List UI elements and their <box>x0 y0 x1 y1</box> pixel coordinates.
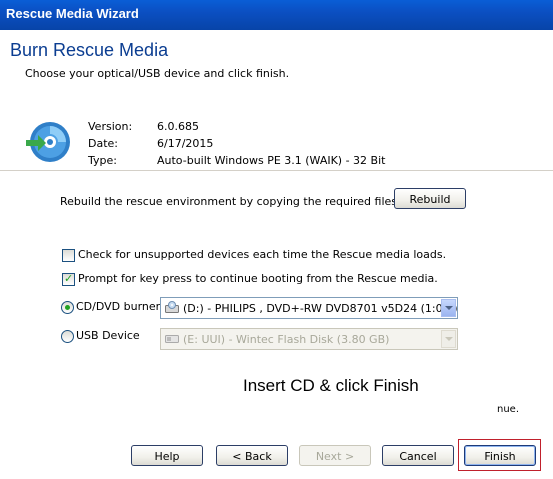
checkmark-icon: ✓ <box>64 272 74 285</box>
dropdown-arrow-icon <box>441 330 456 348</box>
usb-device-select: (E: UUI) - Wintec Flash Disk (3.80 GB) <box>160 328 458 350</box>
prompt-keypress-label[interactable]: Prompt for key press to continue booting… <box>78 272 438 285</box>
date-label: Date: <box>88 137 118 150</box>
finish-highlight-box <box>458 439 541 471</box>
type-value: Auto-built Windows PE 3.1 (WAIK) - 32 Bi… <box>157 154 386 167</box>
unsupported-devices-checkbox[interactable] <box>62 249 75 262</box>
page-title: Burn Rescue Media <box>10 40 169 60</box>
version-label: Version: <box>88 120 133 133</box>
cd-dvd-radio-label[interactable]: CD/DVD burner <box>76 300 160 313</box>
usb-device-value: (E: UUI) - Wintec Flash Disk (3.80 GB) <box>183 333 390 346</box>
instruction-overlay: Insert CD & click Finish <box>243 376 419 395</box>
cd-dvd-radio[interactable] <box>61 301 74 314</box>
truncated-text: nue. <box>497 404 520 415</box>
cd-dvd-device-select[interactable]: (D:) - PHILIPS , DVD+-RW DVD8701 v5D24 (… <box>160 297 458 319</box>
window-title: Rescue Media Wizard <box>6 6 139 21</box>
type-label: Type: <box>88 154 117 167</box>
wizard-body <box>0 171 553 479</box>
usb-device-radio[interactable] <box>61 330 74 343</box>
rebuild-button[interactable]: Rebuild <box>394 188 466 209</box>
cd-dvd-device-value: (D:) - PHILIPS , DVD+-RW DVD8701 v5D24 (… <box>183 302 458 315</box>
page-subtitle: Choose your optical/USB device and click… <box>25 67 290 80</box>
date-value: 6/17/2015 <box>157 137 214 150</box>
help-button[interactable]: Help <box>131 445 203 466</box>
usb-device-radio-label[interactable]: USB Device <box>76 329 140 342</box>
prompt-keypress-checkbox[interactable]: ✓ <box>62 272 75 286</box>
version-value: 6.0.685 <box>157 120 199 133</box>
next-button: Next > <box>299 445 371 466</box>
title-bar[interactable]: Rescue Media Wizard <box>0 0 553 30</box>
cancel-button[interactable]: Cancel <box>382 445 454 466</box>
rescue-disc-icon <box>26 122 70 162</box>
dropdown-arrow-icon[interactable] <box>441 299 456 317</box>
back-button[interactable]: < Back <box>216 445 288 466</box>
radio-selected-dot <box>65 305 70 310</box>
usb-drive-icon <box>165 335 179 343</box>
unsupported-devices-label[interactable]: Check for unsupported devices each time … <box>78 248 446 261</box>
rebuild-description: Rebuild the rescue environment by copyin… <box>60 195 398 208</box>
optical-drive-icon <box>165 301 179 313</box>
